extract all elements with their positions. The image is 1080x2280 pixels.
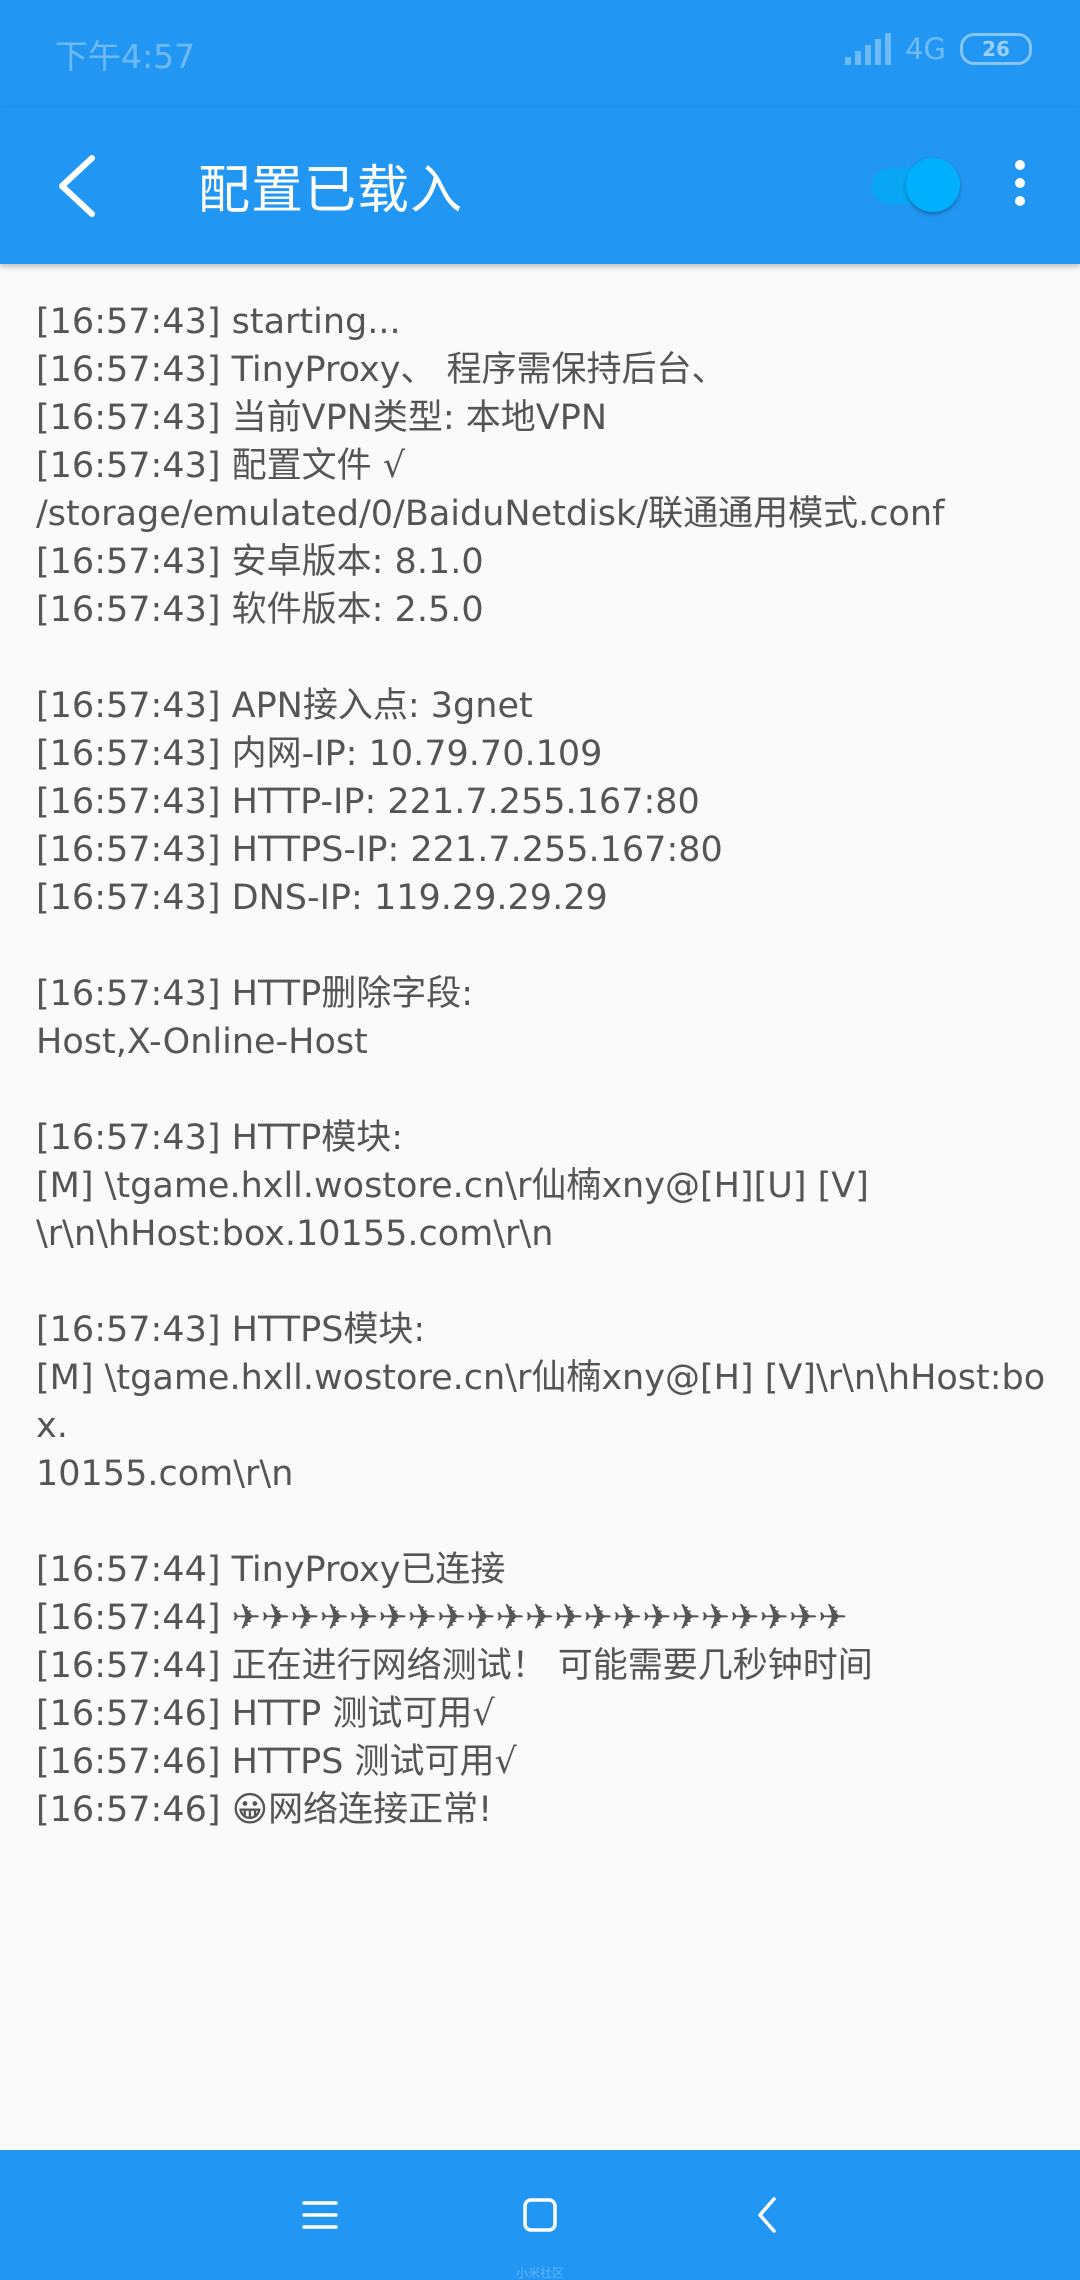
log-line: [16:57:43] APN接入点: 3gnet (36, 686, 533, 726)
log-line: /storage/emulated/0/BaiduNetdisk/联通通用模式.… (36, 494, 945, 534)
more-dot-icon (1015, 178, 1025, 188)
log-line: [16:57:43] 当前VPN类型: 本地VPN (36, 398, 608, 438)
toggle-thumb (906, 158, 960, 212)
more-dot-icon (1015, 160, 1025, 170)
signal-icon (845, 33, 892, 65)
log-blank-line (36, 922, 1046, 970)
system-back-button[interactable] (738, 2185, 798, 2245)
status-icons: 4G 26 (845, 32, 1032, 66)
menu-button[interactable] (290, 2185, 350, 2245)
battery-level: 26 (982, 37, 1010, 61)
home-button[interactable] (510, 2185, 570, 2245)
network-type: 4G (905, 32, 946, 66)
log-line: Host,X-Online-Host (36, 1022, 368, 1062)
menu-icon (302, 2201, 338, 2229)
app-bar: 配置已载入 (0, 108, 1080, 264)
page-title: 配置已载入 (198, 161, 464, 221)
status-bar: 下午4:57 4G 26 (0, 0, 1080, 108)
log-line: [16:57:43] 内网-IP: 10.79.70.109 (36, 734, 603, 774)
home-square-icon (523, 2198, 557, 2232)
back-arrow-icon (59, 155, 95, 217)
log-output: [16:57:43] starting... [16:57:43] TinyPro… (36, 298, 1046, 1834)
vpn-toggle[interactable] (872, 156, 962, 216)
battery-icon: 26 (960, 33, 1032, 65)
navigation-bar: 小米社区 (0, 2150, 1080, 2280)
log-blank-line (36, 1066, 1046, 1114)
log-line: [16:57:46] HTTP 测试可用√ (36, 1694, 495, 1734)
log-line: [16:57:43] HTTP模块: (36, 1118, 403, 1158)
back-chevron-icon (758, 2197, 776, 2233)
screen: 下午4:57 4G 26 配置已载入 [16:57:43] starting..… (0, 0, 1080, 2280)
log-line: [16:57:43] TinyProxy、 程序需保持后台、 (36, 350, 727, 390)
log-line: [16:57:43] 安卓版本: 8.1.0 (36, 542, 484, 582)
log-line: [16:57:44] ✈✈✈✈✈✈✈✈✈✈✈✈✈✈✈✈✈✈✈✈✈ (36, 1598, 848, 1638)
more-dot-icon (1015, 196, 1025, 206)
log-line: 10155.com\r\n (36, 1454, 294, 1494)
log-line: [16:57:44] TinyProxy已连接 (36, 1550, 506, 1590)
log-line: \r\n\hHost:box.10155.com\r\n (36, 1214, 554, 1254)
watermark: 小米社区 (515, 2266, 564, 2280)
log-line: [16:57:43] HTTP删除字段: (36, 974, 473, 1014)
log-line: [16:57:43] HTTPS-IP: 221.7.255.167:80 (36, 830, 723, 870)
log-line: [16:57:43] HTTP-IP: 221.7.255.167:80 (36, 782, 700, 822)
more-options-button[interactable] (1000, 160, 1040, 214)
log-line: [16:57:43] starting... (36, 302, 401, 342)
log-line: [16:57:43] 软件版本: 2.5.0 (36, 590, 484, 630)
log-line: [M] \tgame.hxll.wostore.cn\r仙楠xny@[H] [V… (36, 1358, 1046, 1446)
log-blank-line (36, 634, 1046, 682)
status-time: 下午4:57 (55, 37, 196, 76)
log-line: [16:57:44] 正在进行网络测试！ 可能需要几秒钟时间 (36, 1646, 873, 1686)
log-line: [16:57:43] HTTPS模块: (36, 1310, 426, 1350)
log-line: [16:57:43] DNS-IP: 119.29.29.29 (36, 878, 608, 918)
log-line: [M] \tgame.hxll.wostore.cn\r仙楠xny@[H][U]… (36, 1166, 869, 1206)
log-blank-line (36, 1258, 1046, 1306)
log-line: [16:57:43] 配置文件 √ (36, 446, 406, 486)
log-line: [16:57:46] 😀网络连接正常! (36, 1790, 493, 1830)
back-button[interactable] (40, 146, 120, 226)
log-blank-line (36, 1498, 1046, 1546)
log-line: [16:57:46] HTTPS 测试可用√ (36, 1742, 517, 1782)
